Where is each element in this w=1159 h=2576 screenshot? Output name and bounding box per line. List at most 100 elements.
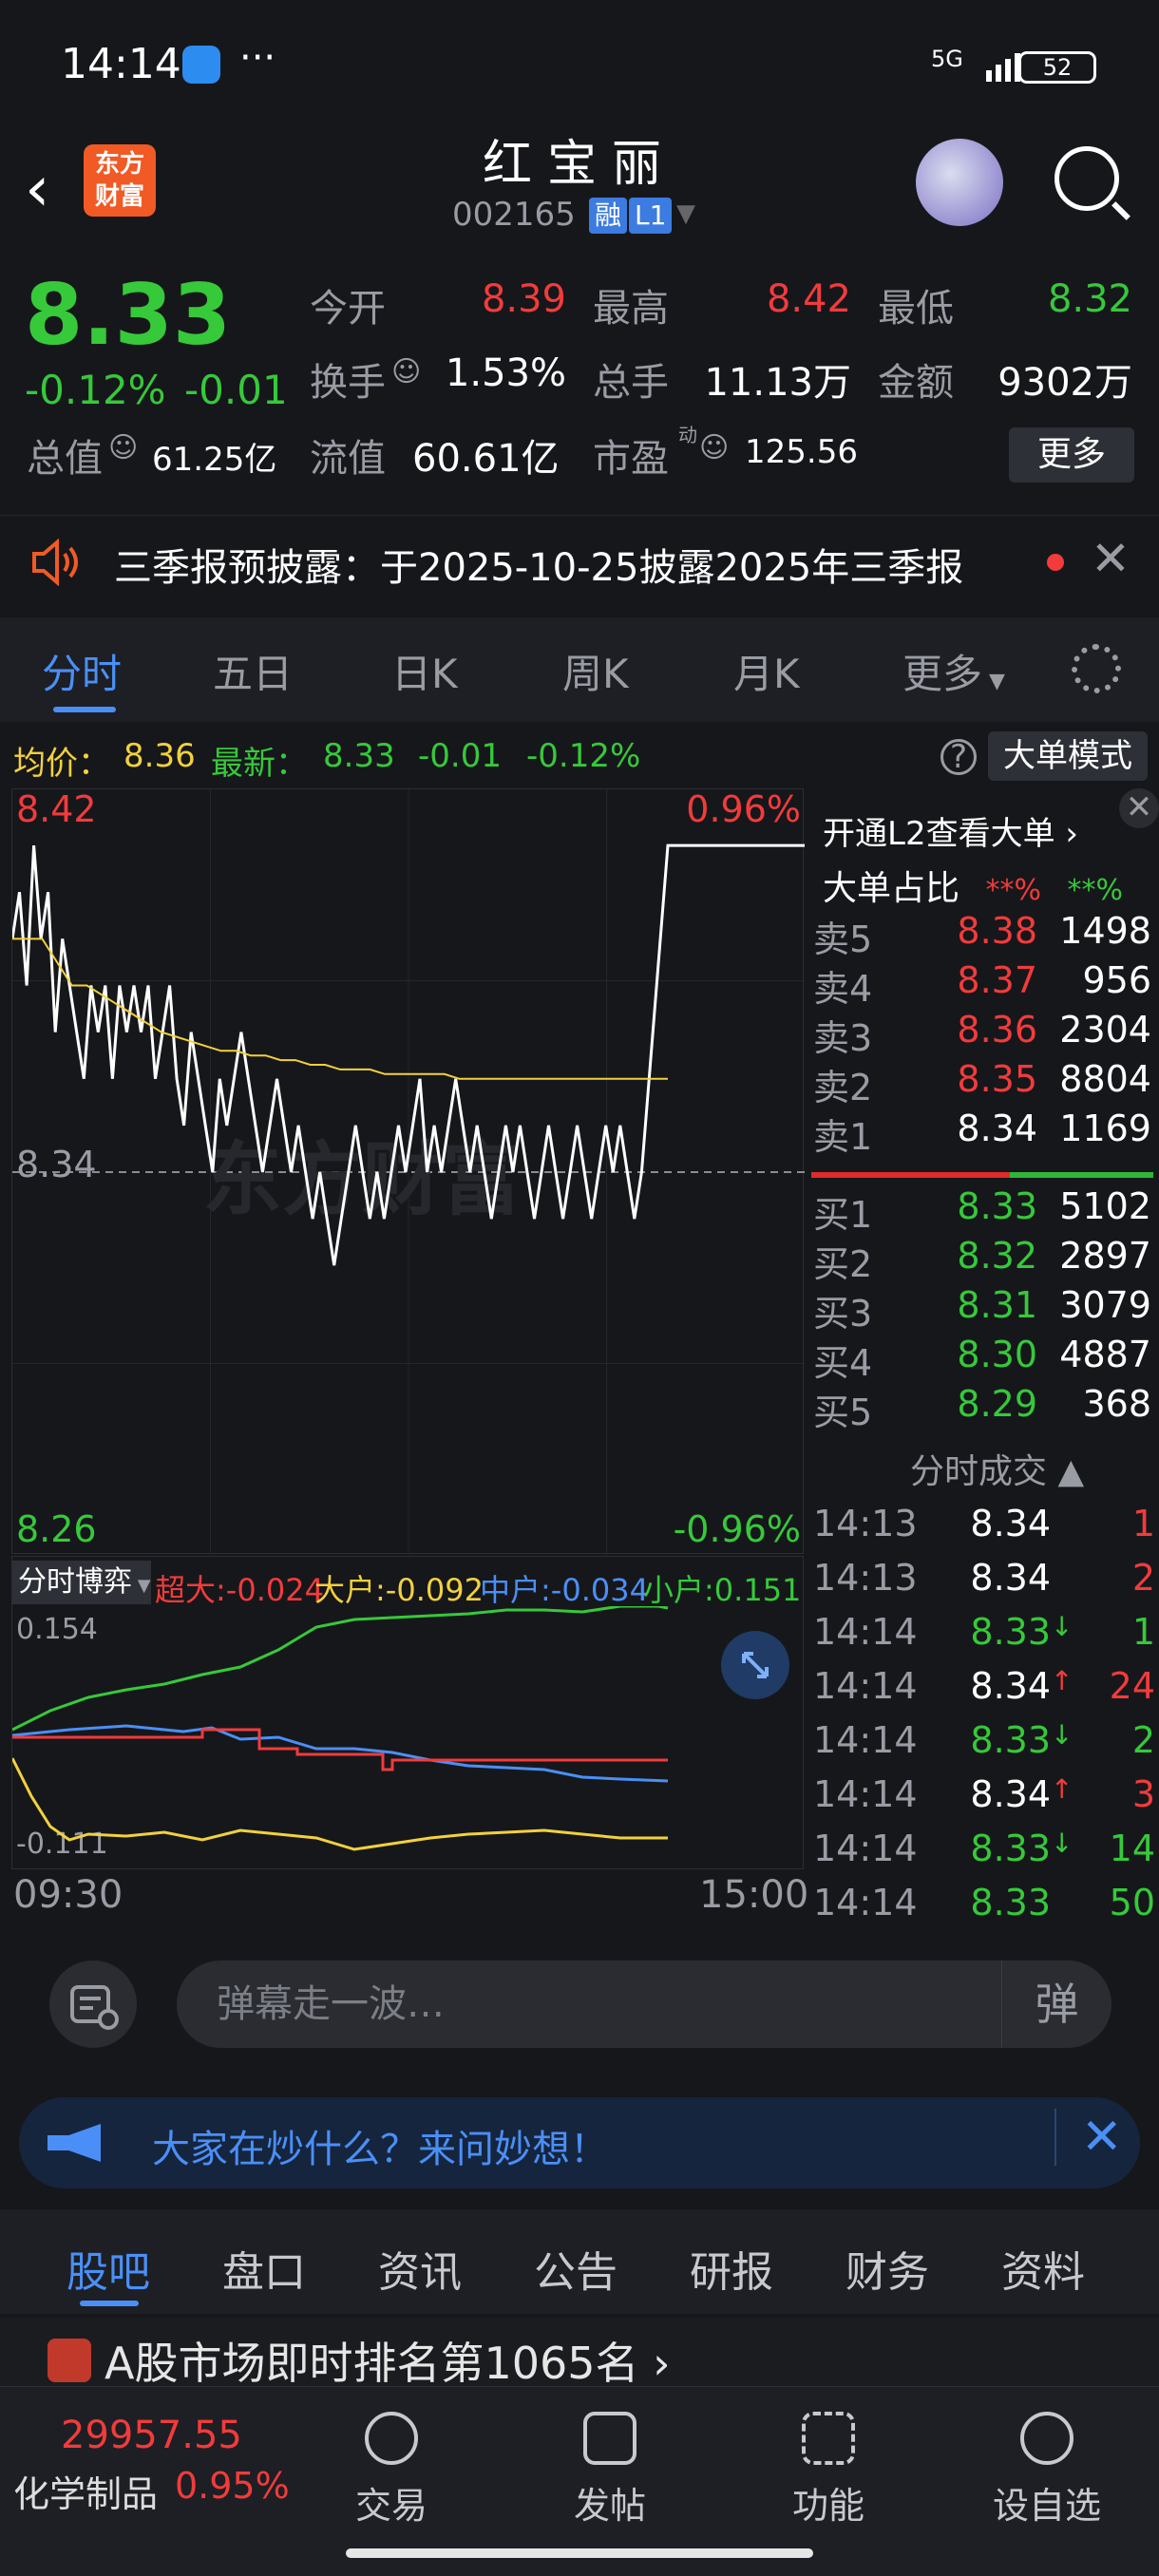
- danmaku-send-button[interactable]: 弹: [1001, 1960, 1112, 2048]
- nav-functions-label: 功能: [791, 2485, 864, 2527]
- notice-banner[interactable]: 三季报预披露：于2025-10-25披露2025年三季报 ✕: [0, 515, 1159, 608]
- open-label: 今开: [310, 287, 386, 331]
- chart-period-tabs: 分时 五日 日K 周K 月K 更多 ▼: [0, 617, 1159, 722]
- danmaku-input[interactable]: 弹幕走一波…: [177, 1960, 1112, 2048]
- tick-price: 8.33 ↓: [970, 1828, 1073, 1869]
- tab-research[interactable]: 研报: [690, 2238, 773, 2299]
- bid-row[interactable]: 买4 8.30 4887: [813, 1334, 1151, 1384]
- tab-intraday[interactable]: 分时: [42, 642, 122, 700]
- nav-add-watchlist[interactable]: 设自选: [961, 2387, 1132, 2529]
- tab-daily-k[interactable]: 日K: [391, 642, 458, 700]
- time-end-label: 15:00: [699, 1873, 809, 1917]
- expand-icon[interactable]: [721, 1631, 789, 1699]
- tab-guba[interactable]: 股吧: [66, 2238, 150, 2299]
- nav-trade[interactable]: 交易: [306, 2387, 477, 2529]
- close-icon[interactable]: ✕: [1054, 2109, 1123, 2166]
- avg-label: 均价：: [13, 745, 110, 783]
- tab-finance[interactable]: 财务: [846, 2238, 929, 2299]
- ask-level: 卖1: [813, 1116, 873, 1158]
- ask-row[interactable]: 卖5 8.38 1498: [813, 910, 1151, 960]
- assistant-avatar-icon[interactable]: [916, 139, 1003, 226]
- l2-upgrade-link[interactable]: 开通L2查看大单 ›: [823, 807, 1078, 854]
- trade-tick-row: 14:14 8.33 ↓ 2: [813, 1719, 1155, 1772]
- tab-monthly-k[interactable]: 月K: [733, 642, 800, 700]
- bid-volume: 3079: [1059, 1284, 1151, 1326]
- help-icon[interactable]: ?: [940, 739, 977, 775]
- nav-post[interactable]: 发帖: [524, 2387, 695, 2529]
- tick-time: 14:14: [813, 1882, 918, 1923]
- ask-price: 8.36: [957, 1009, 1037, 1051]
- tick-price-value: 8.33: [970, 1611, 1051, 1653]
- capital-flow-chart[interactable]: 分时博弈 ▼ 超大:-0.024 大户:-0.092 中户:-0.034 小户:…: [11, 1556, 804, 1869]
- ask-volume: 8804: [1059, 1058, 1151, 1100]
- back-icon[interactable]: ‹: [25, 152, 49, 225]
- high-label: 最高: [593, 287, 669, 331]
- bid-volume: 5102: [1059, 1185, 1151, 1227]
- flow-indicator-select[interactable]: 分时博弈 ▼: [12, 1561, 151, 1604]
- bid-ask-ratio-bar: [811, 1172, 1153, 1178]
- ask-level: 卖2: [813, 1067, 873, 1108]
- ask-price: 8.35: [957, 1058, 1037, 1100]
- tick-volume: 24: [1109, 1665, 1155, 1707]
- low-label: 最低: [878, 287, 954, 331]
- search-icon[interactable]: [1054, 146, 1119, 211]
- large-value: -0.092: [385, 1572, 484, 1608]
- bid-row[interactable]: 买5 8.29 368: [813, 1383, 1151, 1433]
- nav-functions[interactable]: 功能: [743, 2387, 914, 2529]
- tab-pankou[interactable]: 盘口: [222, 2238, 306, 2299]
- logo-text-2: 财富: [94, 182, 144, 211]
- trade-tick-row: 14:14 8.33 ↓ 14: [813, 1828, 1155, 1881]
- ask-row[interactable]: 卖1 8.34 1169: [813, 1108, 1151, 1158]
- super-large-flow: 超大:-0.024: [155, 1566, 324, 1610]
- info-circle-icon[interactable]: ☺: [391, 355, 421, 388]
- current-price: 8.33: [25, 266, 232, 364]
- big-order-ratio: 大单占比 **% **%: [823, 861, 1123, 910]
- trade-yuan-icon: [365, 2412, 418, 2465]
- index-ticker[interactable]: 29957.55 化学制品 0.95%: [0, 2387, 304, 2539]
- avg-value: 8.36: [124, 737, 196, 775]
- bid-price: 8.29: [957, 1383, 1037, 1425]
- tab-more[interactable]: 更多 ▼: [902, 642, 1005, 700]
- notice-text: 三季报预披露：于2025-10-25披露2025年三季报: [114, 546, 964, 590]
- intraday-chart[interactable]: 东方财富 8.42 8.34 8.26 0.96% -0.96%: [11, 788, 805, 1555]
- ask-row[interactable]: 卖3 8.36 2304: [813, 1009, 1151, 1059]
- flow-line-large: [12, 1757, 668, 1851]
- more-button[interactable]: 更多: [1009, 427, 1134, 483]
- gear-icon[interactable]: [1072, 644, 1121, 693]
- pct-axis-bottom-label: -0.96%: [674, 1508, 801, 1550]
- ranking-teaser[interactable]: A股市场即时排名第1065名 ›: [0, 2318, 1159, 2386]
- close-icon[interactable]: ✕: [1091, 531, 1130, 586]
- index-value: 29957.55: [61, 2414, 242, 2457]
- unread-dot: [1047, 554, 1064, 571]
- level-tag[interactable]: L1: [629, 198, 673, 234]
- tick-time: 14:14: [813, 1719, 918, 1761]
- tick-time: 14:14: [813, 1611, 918, 1653]
- small-flow: 小户:0.151: [643, 1566, 801, 1610]
- bid-row[interactable]: 买1 8.33 5102: [813, 1185, 1151, 1236]
- tab-news[interactable]: 资讯: [378, 2238, 462, 2299]
- comment-settings-icon[interactable]: [49, 1960, 137, 2048]
- tab-weekly-k[interactable]: 周K: [562, 642, 629, 700]
- close-icon[interactable]: ✕: [1119, 788, 1159, 828]
- trade-ticks-title[interactable]: 分时成交 ▲: [910, 1444, 1084, 1493]
- big-order-mode-button[interactable]: 大单模式: [988, 731, 1148, 781]
- large-label: 大户:: [314, 1572, 386, 1608]
- bid-row[interactable]: 买2 8.32 2897: [813, 1235, 1151, 1285]
- ask-ai-banner[interactable]: 大家在炒什么？来问妙想！ ✕: [19, 2097, 1140, 2188]
- ask-row[interactable]: 卖4 8.37 956: [813, 959, 1151, 1010]
- amount-value: 9302万: [998, 361, 1132, 405]
- tab-announcements[interactable]: 公告: [534, 2238, 618, 2299]
- ask-volume: 2304: [1059, 1009, 1151, 1051]
- bid-row[interactable]: 买3 8.31 3079: [813, 1284, 1151, 1335]
- flow-line-small: [12, 1606, 669, 1732]
- tick-price: 8.34: [970, 1557, 1051, 1599]
- info-circle-icon[interactable]: ☺: [108, 431, 138, 464]
- ask-level: 卖3: [813, 1017, 873, 1059]
- chevron-down-icon[interactable]: ▼: [676, 199, 695, 228]
- tab-five-day[interactable]: 五日: [213, 642, 293, 700]
- tab-profile[interactable]: 资料: [1001, 2238, 1085, 2299]
- info-circle-icon[interactable]: ☺: [699, 431, 729, 464]
- network-indicator: 5G: [931, 46, 963, 72]
- ask-row[interactable]: 卖2 8.35 8804: [813, 1058, 1151, 1108]
- pe-value: 125.56: [745, 433, 858, 471]
